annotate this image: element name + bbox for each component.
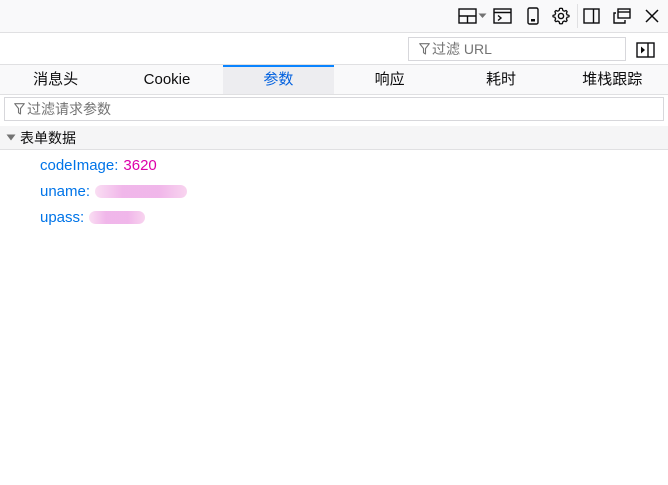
tab-headers[interactable]: 消息头 (0, 65, 111, 94)
params-filter-bar (0, 95, 668, 125)
layout-dropdown-button[interactable] (456, 5, 488, 27)
form-data-section-header[interactable]: 表单数据 (0, 126, 668, 150)
panel-toggle-icon (636, 42, 656, 61)
toggle-details-panel-button[interactable] (636, 42, 656, 58)
param-colon: : (85, 182, 91, 200)
params-filter-input[interactable] (25, 99, 627, 119)
console-icon (492, 8, 512, 24)
param-key: codeImage (40, 156, 115, 174)
params-filter-box[interactable] (4, 97, 664, 121)
param-value: 3620 (123, 156, 157, 174)
filter-icon (419, 43, 430, 55)
new-window-button[interactable] (612, 5, 632, 27)
param-colon: : (114, 156, 119, 174)
chevron-down-icon (478, 13, 487, 19)
param-colon: : (80, 208, 85, 226)
tab-stack-trace[interactable]: 堆栈跟踪 (557, 65, 668, 94)
gear-icon (552, 7, 570, 25)
params-list: codeImage: 3620 uname: upass: (40, 152, 188, 230)
new-window-icon (613, 8, 631, 24)
console-button[interactable] (491, 5, 513, 27)
devtools-toolbar (0, 0, 668, 33)
toolbar-separator (577, 4, 578, 28)
param-key: uname (40, 182, 86, 200)
tab-cookies[interactable]: Cookie (111, 65, 222, 94)
tab-params[interactable]: 参数 (222, 65, 335, 94)
tab-response[interactable]: 响应 (334, 65, 445, 94)
sidebar-icon (582, 8, 600, 24)
close-icon (645, 9, 659, 23)
url-filter-box[interactable] (408, 37, 626, 61)
close-button[interactable] (642, 5, 662, 27)
details-tabs: 消息头 Cookie 参数 响应 耗时 堆栈跟踪 (0, 65, 668, 95)
param-row[interactable]: uname: (40, 178, 188, 204)
url-filter-input[interactable] (430, 39, 612, 59)
redacted-value (89, 210, 146, 224)
param-key: upass (40, 208, 81, 226)
responsive-design-button[interactable] (523, 5, 543, 27)
param-row[interactable]: upass: (40, 204, 187, 230)
sidebar-toggle-button[interactable] (581, 5, 601, 27)
request-filter-bar (0, 33, 668, 65)
tab-timings[interactable]: 耗时 (445, 65, 556, 94)
param-row[interactable]: codeImage: 3620 (40, 152, 187, 178)
settings-button[interactable] (550, 5, 572, 27)
layout-icon (457, 8, 478, 24)
filter-icon (14, 103, 25, 115)
redacted-value (95, 184, 188, 198)
expand-triangle-icon[interactable] (6, 133, 16, 143)
responsive-design-icon (527, 7, 539, 25)
section-title: 表单数据 (20, 129, 76, 146)
